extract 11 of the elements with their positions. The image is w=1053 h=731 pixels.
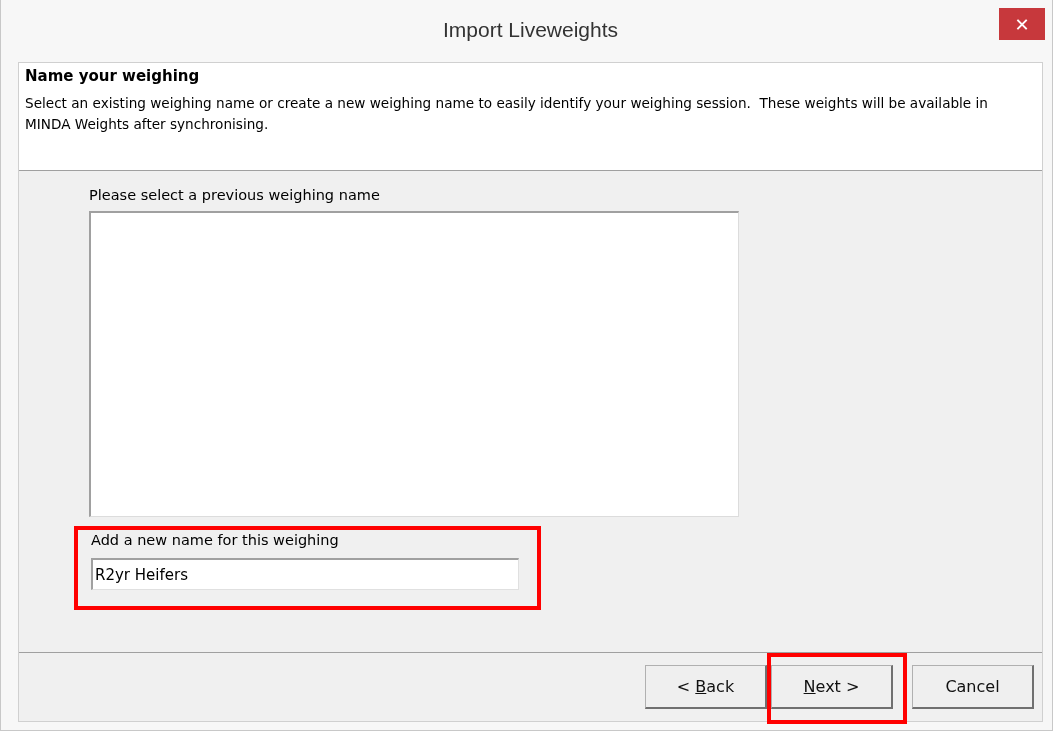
list-label: Please select a previous weighing name (89, 187, 381, 203)
wizard-button[interactable]: Next > (771, 665, 893, 709)
name-list[interactable] (89, 211, 739, 517)
window-title: Import Liveweights (442, 17, 619, 42)
name-field[interactable]: R2yr Heifers (91, 558, 519, 590)
section-title: Name your weighing (25, 67, 201, 85)
close-button[interactable]: ✕ (999, 8, 1045, 40)
wizard-button[interactable]: Cancel (912, 665, 1034, 709)
field-label: Add a new name for this weighing (91, 532, 340, 548)
description-text: Select an existing weighing name or create a new weighing name to easily identify your weighing session. These weights will be available in MINDA Weights after synchronising. (25, 94, 989, 134)
wizard-button[interactable]: < Back (645, 665, 767, 709)
